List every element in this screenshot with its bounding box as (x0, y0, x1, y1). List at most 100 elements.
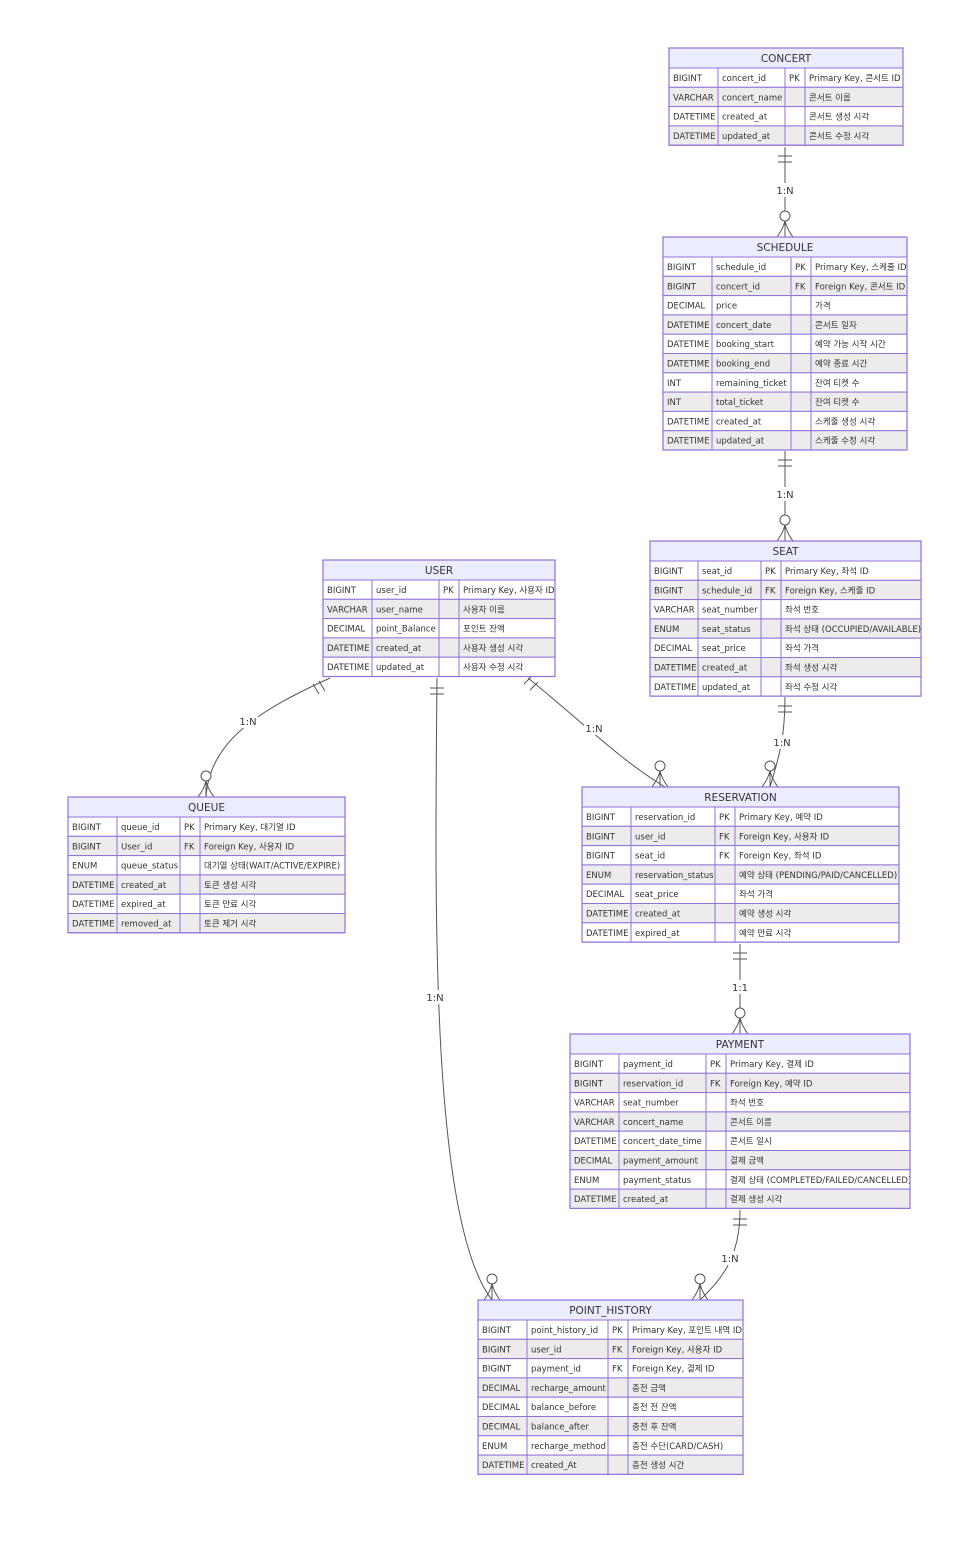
attribute-row: BIGINT payment_id FK Foreign Key, 결제 ID (477, 1358, 744, 1379)
cardinality-label: 1:N (585, 724, 602, 735)
cardinality-label: 1:1 (732, 983, 748, 994)
attribute-type: ENUM (482, 1442, 507, 1452)
attribute-type: DATETIME (667, 360, 710, 370)
attribute-cell (784, 106, 806, 127)
attribute-comment: 충전 수단(CARD/CASH) (632, 1441, 723, 1452)
attribute-row: DECIMAL price 가격 (662, 295, 908, 316)
attribute-cell (760, 637, 782, 659)
attribute-row: BIGINT reservation_id PK Primary Key, 예약 ID (581, 806, 900, 827)
attribute-type: DATETIME (654, 683, 697, 693)
attribute-comment: 충전 전 잔액 (632, 1402, 677, 1413)
attribute-row: BIGINT user_id FK Foreign Key, 사용자 ID (477, 1338, 744, 1360)
attribute-row: DATETIME created_at 사용자 생성 시각 (322, 637, 556, 658)
attribute-type: DECIMAL (654, 644, 693, 654)
attribute-type: BIGINT (574, 1060, 604, 1070)
attribute-name: queue_status (121, 862, 179, 872)
attribute-row: ENUM seat_status 좌석 상태 (OCCUPIED/AVAILABLE… (649, 618, 922, 639)
attribute-comment: 결제 생성 시각 (730, 1194, 783, 1205)
attribute-name: reservation_id (635, 813, 695, 823)
attribute-comment: 사용자 이름 (463, 604, 505, 615)
attribute-type: DECIMAL (327, 625, 366, 635)
attribute-name: concert_id (722, 74, 766, 84)
attribute-type: BIGINT (482, 1326, 512, 1336)
attribute-row: DATETIME updated_at 사용자 수정 시각 (322, 656, 556, 678)
entity-title: SCHEDULE (757, 242, 814, 254)
attribute-comment: 토큰 생성 시각 (204, 880, 257, 891)
attribute-type: DATETIME (667, 340, 710, 350)
attribute-name: updated_at (716, 437, 765, 447)
attribute-key: PK (795, 263, 806, 273)
attribute-row: DECIMAL balance_after 충전 후 잔액 (477, 1416, 744, 1437)
attribute-name: removed_at (121, 920, 172, 930)
attribute-type: BIGINT (586, 813, 616, 823)
attribute-key: FK (795, 282, 806, 292)
attribute-type: DECIMAL (482, 1423, 521, 1433)
attribute-name: seat_id (635, 852, 665, 862)
attribute-row: DATETIME booking_end 예약 종료 시간 (662, 353, 908, 374)
attribute-type: VARCHAR (574, 1118, 615, 1128)
attribute-comment: 콘서트 생성 시각 (809, 112, 869, 123)
attribute-cell (790, 295, 812, 316)
attribute-cell (705, 1169, 727, 1190)
cardinality-label: 1:N (426, 993, 443, 1004)
attribute-row: INT total_ticket 잔여 티켓 수 (662, 391, 908, 412)
attribute-cell (790, 314, 812, 335)
attribute-type: DECIMAL (574, 1157, 613, 1167)
attribute-comment: Primary Key, 사용자 ID (463, 586, 555, 596)
entity-concert: CONCERT BIGINT concert_id PK Primary Key, 콘서… (668, 47, 904, 146)
attribute-comment: Foreign Key, 사용자 ID (204, 842, 295, 852)
attribute-row: DATETIME created_at 스케줄 생성 시각 (662, 410, 908, 432)
attribute-type: INT (667, 379, 682, 389)
relationship-concert-schedule: 1:N (775, 147, 795, 238)
attribute-row: BIGINT reservation_id FK Foreign Key, 예약 ID (569, 1072, 911, 1094)
attribute-comment: 예약 상태 (PENDING/PAID/CANCELLED) (739, 870, 897, 881)
attribute-type: DATETIME (72, 881, 115, 891)
attribute-cell (760, 618, 782, 639)
attribute-comment: Foreign Key, 좌석 ID (739, 851, 822, 862)
attribute-type: BIGINT (72, 823, 102, 833)
attribute-comment: 좌석 상태 (OCCUPIED/AVAILABLE) (785, 624, 921, 635)
attribute-comment: 예약 생성 시각 (739, 909, 792, 920)
attribute-comment: Foreign Key, 사용자 ID (632, 1345, 723, 1355)
attribute-row: ENUM recharge_method 충전 수단(CARD/CASH) (477, 1435, 744, 1456)
relationship-schedule-seat: 1:N (775, 451, 795, 542)
attribute-comment: 결제 금액 (730, 1156, 764, 1167)
attribute-type: DATETIME (673, 113, 716, 123)
attribute-type: BIGINT (654, 567, 684, 577)
entity-user: USER BIGINT user_id PK Primary Key, 사용자 ID VA… (322, 559, 556, 678)
attribute-row: BIGINT seat_id PK Primary Key, 좌석 ID (649, 560, 922, 581)
attribute-comment: Foreign Key, 사용자 ID (739, 832, 830, 842)
attribute-cell (705, 1150, 727, 1171)
attribute-name: booking_end (716, 360, 770, 370)
attribute-type: VARCHAR (327, 605, 368, 615)
attribute-name: expired_at (635, 929, 680, 939)
attribute-row: ENUM queue_status 대기열 상태(WAIT/ACTIVE/EXPIR… (67, 855, 346, 876)
entity-title: QUEUE (188, 802, 225, 814)
attribute-row: DATETIME expired_at 예약 만료 시각 (581, 922, 900, 943)
attribute-cell (714, 903, 736, 924)
attribute-name: reservation_status (635, 871, 714, 881)
attribute-row: VARCHAR seat_number 좌석 번호 (649, 599, 922, 620)
attribute-name: point_history_id (531, 1326, 598, 1336)
attribute-key: FK (184, 842, 195, 852)
attribute-name: seat_id (702, 567, 732, 577)
attribute-row: VARCHAR seat_number 좌석 번호 (569, 1092, 911, 1113)
attribute-comment: Primary Key, 좌석 ID (785, 566, 869, 577)
attribute-key: PK (710, 1060, 721, 1070)
attribute-row: BIGINT point_history_id PK Primary Key, 포인트… (477, 1319, 744, 1340)
attribute-key: FK (612, 1345, 623, 1355)
attribute-row: DATETIME created_at 콘서트 생성 시각 (668, 106, 904, 127)
attribute-name: concert_id (716, 282, 760, 292)
attribute-comment: 좌석 가격 (739, 889, 773, 900)
entity-title: USER (425, 565, 453, 577)
attribute-name: updated_at (722, 132, 771, 142)
attribute-name: user_id (376, 586, 407, 596)
attribute-type: VARCHAR (673, 93, 714, 103)
attribute-comment: Primary Key, 스케줄 ID (815, 263, 907, 273)
attribute-row: VARCHAR concert_name 콘서트 이름 (569, 1111, 911, 1132)
attribute-name: price (716, 302, 737, 312)
er-diagram: 1:N 1:N 1:N 1:N 1:N 1:N 1:1 1:N CONCERT BIGINT co… (67, 47, 922, 1475)
attribute-comment: 사용자 수정 시각 (463, 662, 523, 673)
attribute-name: created_at (722, 113, 768, 123)
attribute-comment: 콘서트 이름 (809, 92, 851, 103)
